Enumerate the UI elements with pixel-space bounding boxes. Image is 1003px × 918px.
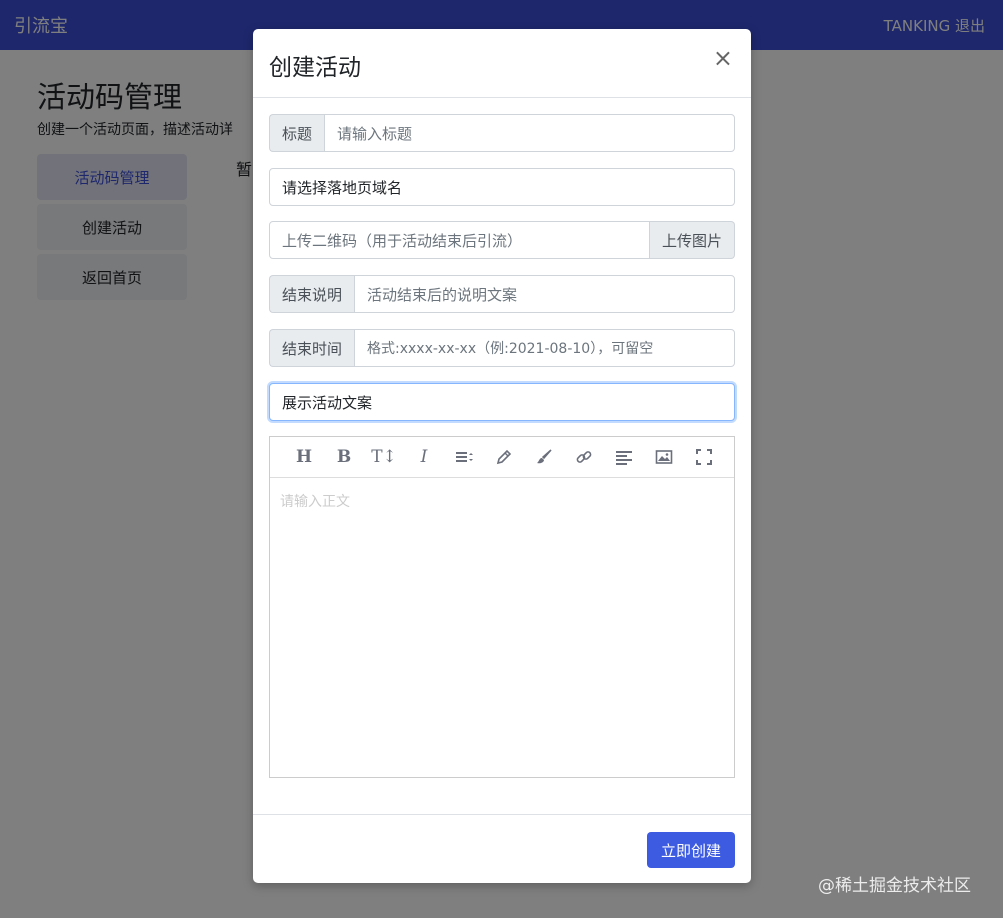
title-field: 标题 请输入标题 <box>269 114 735 152</box>
end-desc-field: 结束说明 活动结束后的说明文案 <box>269 275 735 313</box>
end-time-field: 结束时间 格式:xxxx-xx-xx（例:2021-08-10），可留空 <box>269 329 735 367</box>
modal-header: 创建活动 × <box>253 29 751 98</box>
bold-icon[interactable]: B <box>324 442 364 472</box>
end-desc-input[interactable]: 活动结束后的说明文案 <box>354 275 735 313</box>
title-input[interactable]: 请输入标题 <box>324 114 735 152</box>
align-icon[interactable] <box>444 442 484 472</box>
modal-title: 创建活动 <box>269 55 361 81</box>
rich-text-editor: H B T↕ I 请输入正文 <box>269 436 735 778</box>
display-field: 展示活动文案 <box>269 383 735 421</box>
paragraph-icon[interactable] <box>604 442 644 472</box>
end-time-label: 结束时间 <box>269 329 355 367</box>
watermark: @稀土掘金技术社区 <box>818 876 971 896</box>
qrcode-input[interactable]: 上传二维码（用于活动结束后引流） <box>269 221 650 259</box>
qrcode-field: 上传二维码（用于活动结束后引流） 上传图片 <box>269 221 735 259</box>
domain-select[interactable]: 请选择落地页域名 <box>269 168 735 206</box>
italic-icon[interactable]: I <box>404 442 444 472</box>
create-activity-modal: 创建活动 × 标题 请输入标题 请选择落地页域名 上传二维码（用于活动结束后引流… <box>253 29 751 883</box>
title-label: 标题 <box>269 114 325 152</box>
end-time-input[interactable]: 格式:xxxx-xx-xx（例:2021-08-10），可留空 <box>354 329 735 367</box>
domain-field: 请选择落地页域名 <box>269 168 735 206</box>
image-icon[interactable] <box>644 442 684 472</box>
editor-body[interactable]: 请输入正文 <box>270 478 734 524</box>
close-button[interactable]: × <box>713 46 733 70</box>
end-desc-label: 结束说明 <box>269 275 355 313</box>
text-size-icon[interactable]: T↕ <box>364 442 404 472</box>
brush-icon[interactable] <box>524 442 564 472</box>
editor-placeholder: 请输入正文 <box>280 494 350 510</box>
create-now-button[interactable]: 立即创建 <box>647 832 735 868</box>
pen-icon[interactable] <box>484 442 524 472</box>
modal-footer: 立即创建 <box>253 814 751 883</box>
link-icon[interactable] <box>564 442 604 472</box>
heading-icon[interactable]: H <box>284 442 324 472</box>
editor-toolbar: H B T↕ I <box>270 437 734 478</box>
fullscreen-icon[interactable] <box>684 442 724 472</box>
upload-image-button[interactable]: 上传图片 <box>649 221 735 259</box>
display-select[interactable]: 展示活动文案 <box>269 383 735 421</box>
